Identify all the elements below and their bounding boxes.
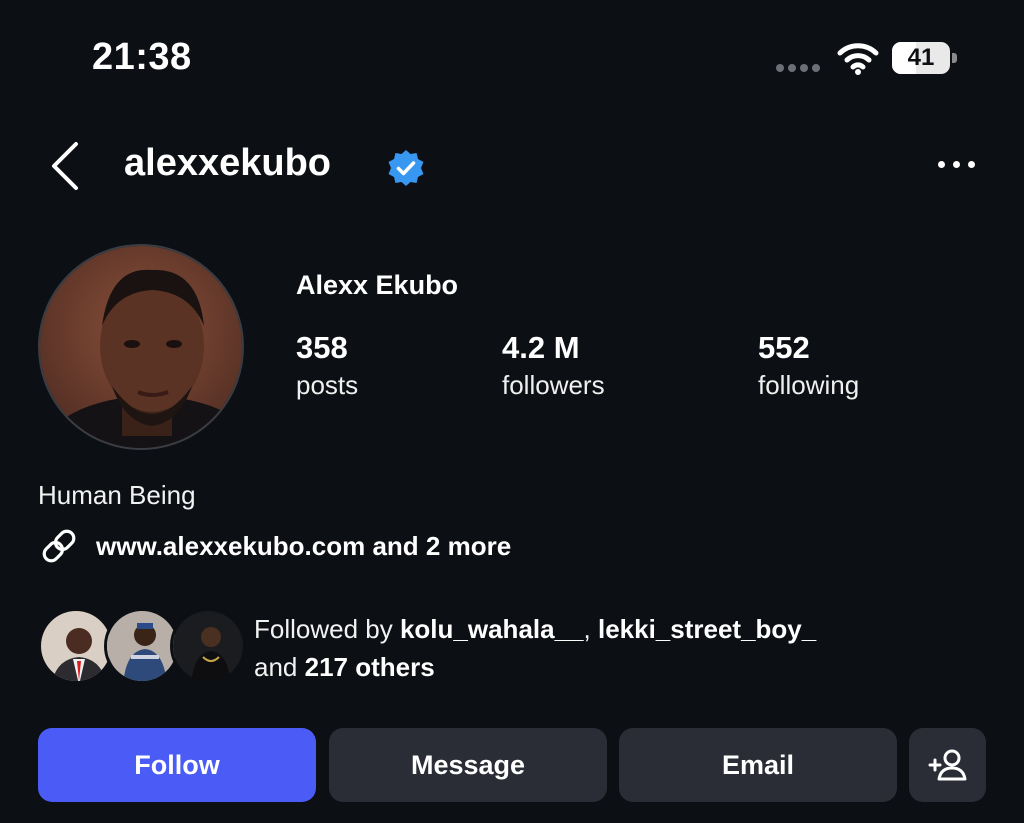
stat-posts-count: 358 xyxy=(296,330,348,365)
follow-button[interactable]: Follow xyxy=(38,728,316,802)
profile-display-name: Alexx Ekubo xyxy=(296,270,459,300)
stat-followers-count: 4.2 M xyxy=(502,330,580,365)
stat-followers[interactable]: 4.2 M followers xyxy=(502,330,605,401)
email-button[interactable]: Email xyxy=(619,728,897,802)
stat-posts[interactable]: 358 posts xyxy=(296,330,358,401)
profile-header: alexxekubo xyxy=(0,130,1024,200)
mutual-followers-avatars[interactable] xyxy=(38,608,246,688)
profile-photo xyxy=(40,246,242,448)
back-chevron-icon[interactable] xyxy=(46,140,86,192)
profile-username: alexxekubo xyxy=(124,142,331,184)
stat-following-label: following xyxy=(758,370,860,400)
mutual-avatar-3 xyxy=(170,608,246,684)
add-person-icon xyxy=(928,749,966,781)
followed-by-separator: , xyxy=(583,614,591,644)
followed-by-prefix: Followed by xyxy=(254,614,393,644)
battery-icon: 41 xyxy=(892,42,958,74)
profile-link[interactable]: www.alexxekubo.com and 2 more xyxy=(38,526,511,566)
signal-dots-icon xyxy=(776,64,820,72)
mutual-followers-text[interactable]: Followed by kolu_wahala__, lekki_street_… xyxy=(254,610,974,686)
more-options-icon[interactable] xyxy=(932,154,980,174)
suggest-users-button[interactable] xyxy=(909,728,986,802)
mutual-avatar-2 xyxy=(104,608,180,684)
mutual-follower-1[interactable]: kolu_wahala__ xyxy=(400,614,584,644)
verified-badge-icon xyxy=(388,150,424,186)
wifi-icon xyxy=(837,43,879,75)
profile-avatar[interactable] xyxy=(38,244,244,450)
followed-by-conjunction: and xyxy=(254,652,298,682)
status-bar: 21:38 41 xyxy=(0,0,1024,110)
stat-posts-label: posts xyxy=(296,370,359,400)
mutual-avatar-1 xyxy=(38,608,114,684)
battery-level: 41 xyxy=(907,44,935,71)
message-button[interactable]: Message xyxy=(329,728,607,802)
mutual-follower-2[interactable]: lekki_street_boy_ xyxy=(598,614,816,644)
mutual-followers-others[interactable]: 217 others xyxy=(305,652,435,682)
stat-following-count: 552 xyxy=(758,330,810,365)
profile-bio: Human Being xyxy=(38,480,196,510)
stat-followers-label: followers xyxy=(502,370,605,400)
link-icon xyxy=(42,529,76,563)
profile-link-text: www.alexxekubo.com and 2 more xyxy=(96,530,512,561)
stat-following[interactable]: 552 following xyxy=(758,330,859,401)
status-time: 21:38 xyxy=(92,36,192,78)
